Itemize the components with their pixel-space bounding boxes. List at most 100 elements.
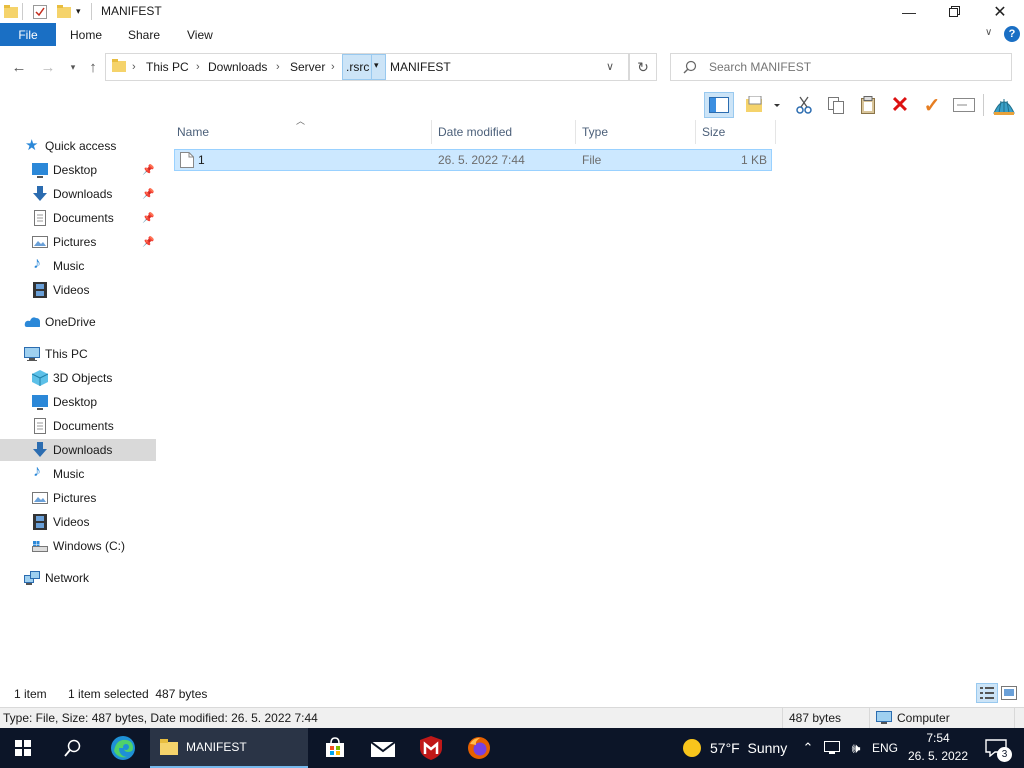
breadcrumb-this-pc[interactable]: This PC (146, 54, 189, 80)
edge-taskbar-button[interactable] (100, 728, 146, 768)
details-location: Computer (897, 711, 950, 725)
film-icon (33, 514, 47, 530)
search-input[interactable] (709, 58, 999, 76)
breadcrumb-downloads[interactable]: Downloads (208, 54, 267, 80)
nav-quick-pictures[interactable]: Pictures 📌 (0, 231, 156, 253)
shell-icon[interactable] (990, 92, 1018, 118)
music-note-icon: ♪ (33, 255, 41, 272)
column-header-date-modified[interactable]: Date modified (438, 120, 512, 144)
nav-label: Documents (53, 211, 114, 225)
volume-icon[interactable]: 🕪 (845, 728, 867, 768)
rename-icon[interactable] (950, 92, 978, 118)
title-divider (22, 3, 23, 20)
new-folder-icon[interactable] (57, 3, 71, 20)
column-header-size[interactable]: Size (702, 120, 725, 144)
back-arrow-icon[interactable]: ← (8, 56, 30, 78)
nav-label: Network (45, 571, 90, 585)
breadcrumb-separator[interactable]: › (196, 54, 200, 80)
nav-quick-documents[interactable]: Documents 📌 (0, 207, 156, 229)
nav-pc-videos[interactable]: Videos (0, 511, 156, 533)
address-bar[interactable]: › This PC › Downloads › Server › .rsrc ▾… (105, 53, 629, 81)
nav-quick-videos[interactable]: Videos (0, 279, 156, 301)
nav-pc-3d-objects[interactable]: 3D Objects (0, 367, 156, 389)
computer-icon (876, 711, 892, 724)
cut-icon[interactable] (790, 92, 818, 118)
nav-network[interactable]: Network (0, 567, 156, 589)
column-divider[interactable] (431, 120, 432, 144)
notification-center-button[interactable]: 3 (978, 728, 1014, 768)
forward-arrow-icon[interactable]: → (37, 56, 59, 78)
document-icon (34, 210, 46, 226)
refresh-button[interactable]: ↻ (629, 53, 657, 81)
breadcrumb-server[interactable]: Server (290, 54, 325, 80)
column-divider[interactable] (575, 120, 576, 144)
taskbar-app-label: MANIFEST (186, 740, 247, 754)
weather-text[interactable]: 57°F Sunny (710, 728, 787, 768)
store-taskbar-button[interactable] (312, 728, 358, 768)
customize-qat-icon[interactable]: ▾ (76, 3, 81, 20)
nav-pc-pictures[interactable]: Pictures (0, 487, 156, 509)
edge-icon (111, 736, 135, 760)
minimize-button[interactable]: — (886, 0, 932, 23)
start-button[interactable] (0, 728, 46, 768)
preview-pane-icon[interactable] (704, 92, 734, 118)
weather-sun-icon[interactable] (680, 728, 704, 768)
table-row[interactable]: 1 26. 5. 2022 7:44 File 1 KB (174, 149, 772, 171)
help-icon[interactable]: ? (1004, 26, 1020, 42)
maximize-button[interactable] (931, 0, 977, 23)
copy-icon[interactable] (822, 92, 850, 118)
search-button[interactable] (50, 728, 96, 768)
mail-taskbar-button[interactable] (360, 728, 406, 768)
new-item-icon[interactable] (743, 92, 783, 118)
breadcrumb-separator[interactable]: › (331, 54, 335, 80)
clock-time[interactable]: 7:54 (907, 731, 969, 745)
delete-icon[interactable]: ✕ (886, 92, 914, 118)
notification-badge: 3 (997, 747, 1012, 762)
nav-onedrive[interactable]: OneDrive (0, 311, 156, 333)
mcafee-taskbar-button[interactable] (408, 728, 454, 768)
breadcrumb-separator[interactable]: › (276, 54, 280, 80)
tab-home[interactable]: Home (70, 23, 102, 46)
firefox-taskbar-button[interactable] (456, 728, 502, 768)
column-header-name[interactable]: Name (177, 120, 209, 144)
language-indicator[interactable]: ENG (872, 728, 898, 768)
checkmark-icon[interactable]: ✓ (918, 92, 946, 118)
expand-ribbon-icon[interactable]: ∨ (985, 27, 992, 38)
details-view-icon[interactable] (976, 683, 998, 703)
nav-pc-windows-c[interactable]: Windows (C:) (0, 535, 156, 557)
nav-pc-music[interactable]: ♪ Music (0, 463, 156, 485)
chevron-down-icon[interactable]: ▾ (374, 60, 379, 71)
firefox-icon (468, 737, 490, 759)
nav-label: Videos (53, 515, 90, 529)
nav-quick-downloads[interactable]: Downloads 📌 (0, 183, 156, 205)
column-header-type[interactable]: Type (582, 120, 608, 144)
explorer-taskbar-button[interactable]: MANIFEST (150, 728, 308, 768)
recent-locations-icon[interactable]: ▾ (62, 56, 84, 78)
show-hidden-icons-icon[interactable]: ⌃ (799, 728, 817, 768)
file-icon (180, 152, 194, 168)
nav-quick-music[interactable]: ♪ Music (0, 255, 156, 277)
column-divider[interactable] (775, 120, 776, 144)
nav-quick-desktop[interactable]: Desktop 📌 (0, 159, 156, 181)
nav-quick-access[interactable]: ★ Quick access (0, 135, 156, 157)
properties-icon[interactable] (33, 3, 47, 20)
large-icons-view-icon[interactable] (1001, 686, 1017, 703)
nav-this-pc[interactable]: This PC (0, 343, 156, 365)
search-box[interactable] (670, 53, 1012, 81)
nav-pc-documents[interactable]: Documents (0, 415, 156, 437)
up-arrow-icon[interactable]: ↑ (82, 56, 104, 78)
desktop-icon (32, 395, 48, 410)
breadcrumb-rsrc[interactable]: .rsrc ▾ (342, 54, 386, 80)
nav-pc-desktop[interactable]: Desktop (0, 391, 156, 413)
breadcrumb-manifest[interactable]: MANIFEST (390, 54, 451, 80)
paste-icon[interactable] (854, 92, 882, 118)
close-button[interactable]: ✕ (977, 0, 1023, 23)
network-icon[interactable] (823, 728, 841, 768)
column-divider[interactable] (695, 120, 696, 144)
tab-view[interactable]: View (187, 23, 213, 46)
tab-file[interactable]: File (0, 23, 56, 46)
clock-date[interactable]: 26. 5. 2022 (905, 749, 971, 763)
nav-pc-downloads[interactable]: Downloads (0, 439, 156, 461)
address-dropdown-icon[interactable]: ∨ (606, 60, 614, 73)
tab-share[interactable]: Share (128, 23, 160, 46)
